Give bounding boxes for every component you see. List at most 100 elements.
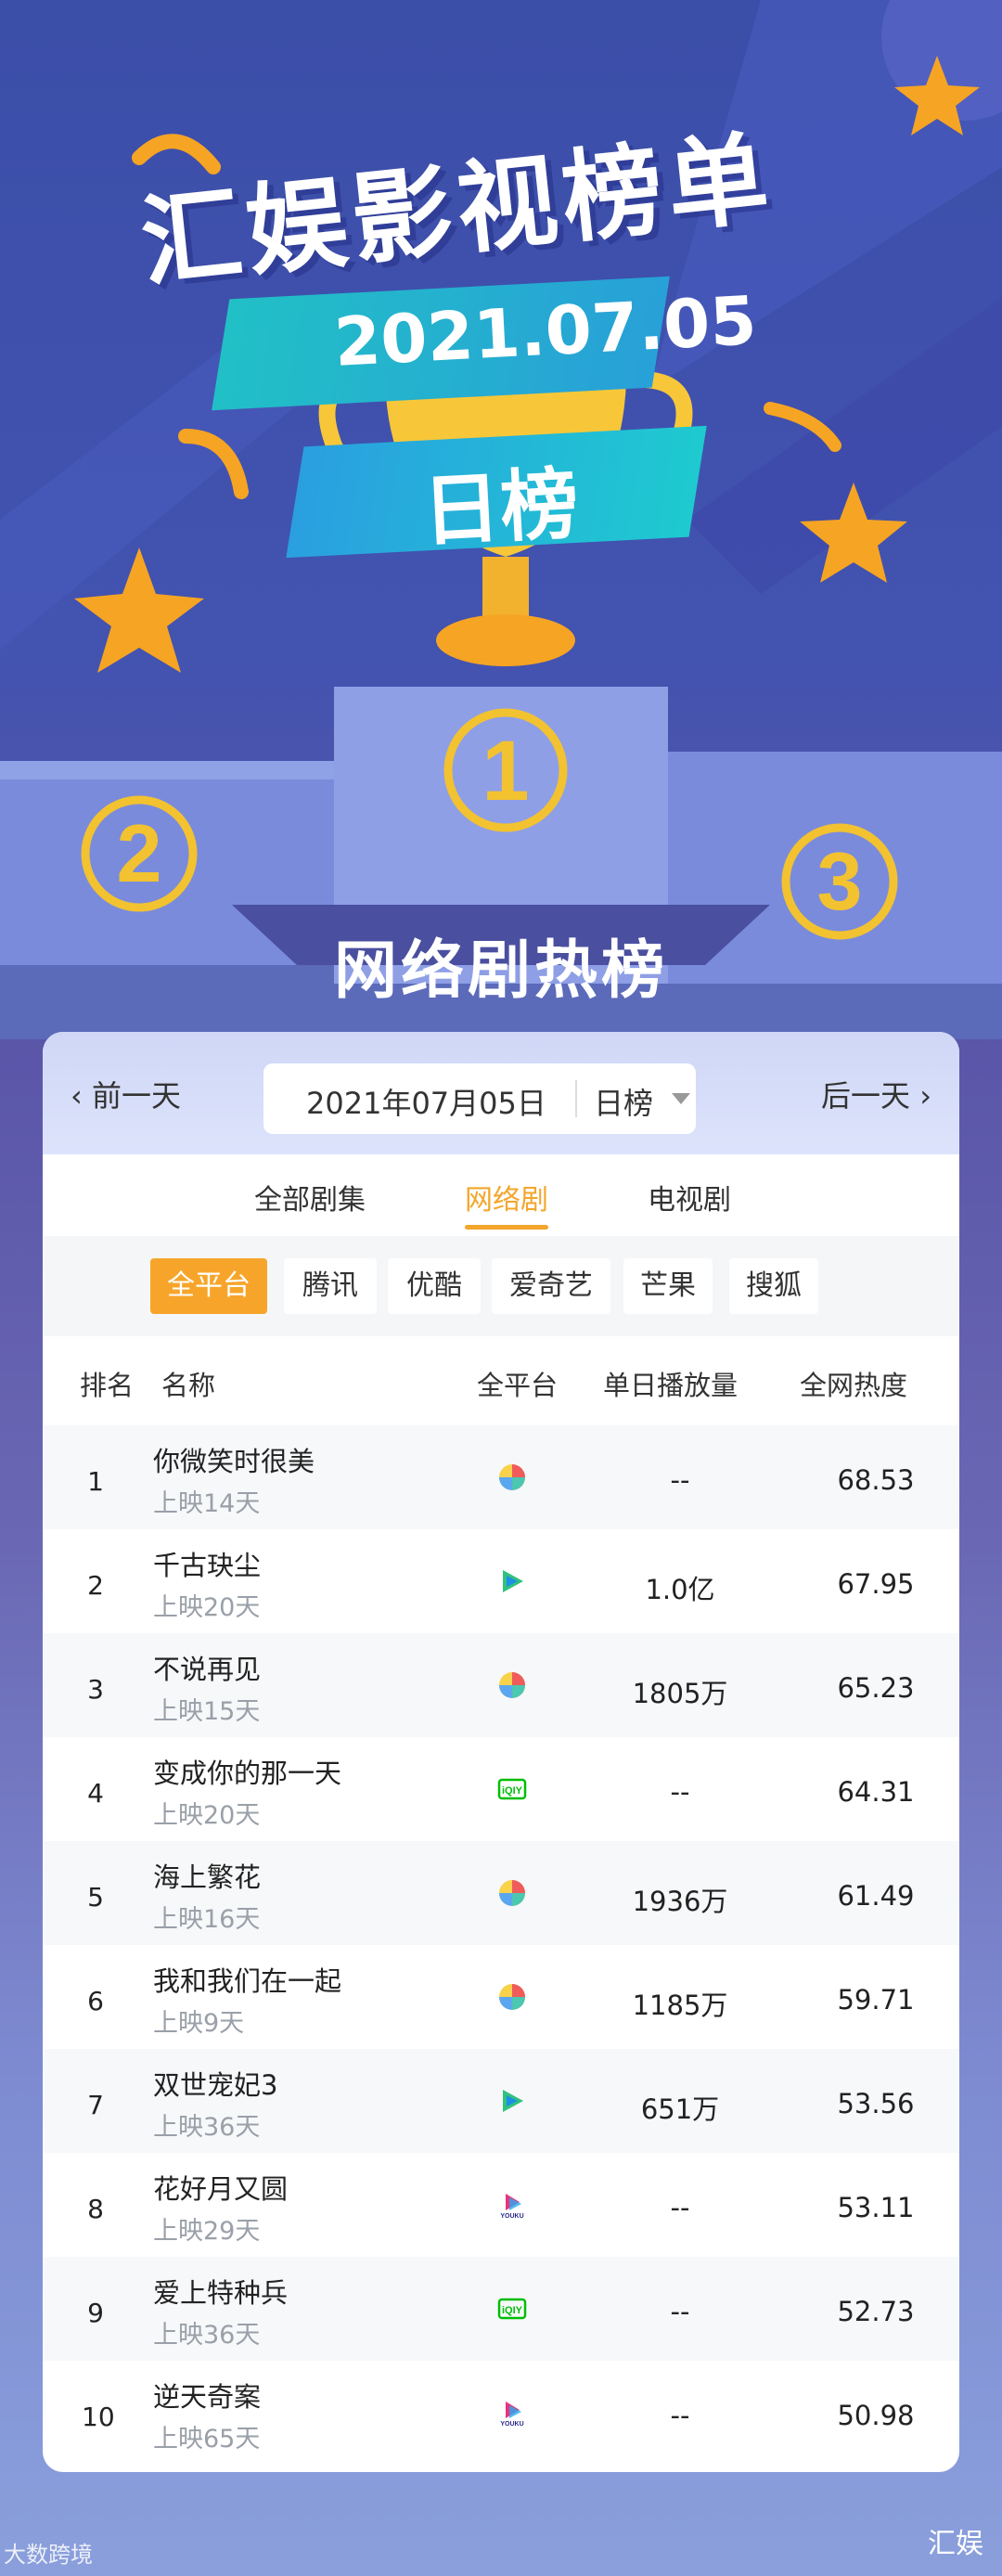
days-on-air: 上映14天 [153, 1489, 261, 1518]
header-rank: 排名 [80, 1370, 135, 1401]
heat-score: 64.31 [837, 1776, 915, 1808]
active-tab-indicator [465, 1225, 548, 1230]
series-name[interactable]: 你微笑时很美 [153, 1440, 315, 1479]
days-on-air: 上映20天 [153, 1593, 261, 1622]
days-on-air: 上映29天 [153, 2217, 261, 2246]
platform-chip-youku[interactable]: 优酷 [388, 1258, 481, 1314]
series-name[interactable]: 双世宠妃3 [153, 2064, 277, 2103]
days-on-air: 上映9天 [153, 2009, 245, 2038]
platform-chip-tencent[interactable]: 腾讯 [284, 1258, 377, 1314]
table-row[interactable]: 1 你微笑时很美上映14天 -- 68.53 [43, 1425, 959, 1529]
heat-score: 67.95 [837, 1568, 915, 1600]
header-heat: 全网热度 [800, 1370, 908, 1401]
daily-views: -- [670, 2192, 690, 2223]
days-on-air: 上映65天 [153, 2425, 261, 2454]
daily-views: -- [670, 1776, 690, 1808]
daily-views: -- [670, 1464, 690, 1496]
table-row[interactable]: 3 不说再见上映15天 1805万 65.23 [43, 1633, 959, 1737]
series-name[interactable]: 爱上特种兵 [153, 2272, 288, 2311]
series-name[interactable]: 海上繁花 [153, 1856, 261, 1895]
category-tabs: 全部剧集 网络剧 电视剧 [43, 1154, 959, 1236]
days-on-air: 上映36天 [153, 2113, 261, 2142]
table-row[interactable]: 5 海上繁花 上映16天 1936万 61.49 [43, 1841, 959, 1945]
table-row[interactable]: 9 爱上特种兵 上映36天 iQIY -- 52.73 [43, 2257, 959, 2361]
platform-chip-iqiyi[interactable]: 爱奇艺 [492, 1258, 610, 1314]
series-name[interactable]: 变成你的那一天 [153, 1752, 341, 1791]
daily-views: 1.0亿 [645, 1574, 715, 1605]
heat-score: 68.53 [837, 1464, 915, 1496]
daily-views: 651万 [640, 2093, 720, 2125]
multi-platform-icon [497, 1462, 527, 1492]
heat-score: 65.23 [837, 1672, 915, 1704]
tencent-video-icon [497, 1566, 527, 1596]
podium-third-label: 3 [817, 835, 863, 927]
date-selector[interactable]: 2021年07月05日 日榜 [263, 1063, 696, 1134]
table-row[interactable]: 10 逆天奇案 上映65天 YOUKU -- 50.98 [43, 2361, 959, 2465]
table-row[interactable]: 8 花好月又圆上映29天 YOUKU -- 53.11 [43, 2153, 959, 2257]
podium-second-label: 2 [117, 807, 162, 899]
days-on-air: 上映16天 [153, 1905, 261, 1934]
heat-score: 61.49 [837, 1880, 915, 1912]
svg-text:iQIY: iQIY [502, 1785, 523, 1797]
multi-platform-icon [497, 1982, 527, 2012]
tab-tv-series[interactable]: 电视剧 [648, 1177, 731, 1217]
daily-views: 1805万 [632, 1678, 728, 1709]
platform-filter: 全平台 腾讯 优酷 爱奇艺 芒果 搜狐 [43, 1236, 959, 1336]
youku-icon: YOUKU [497, 2190, 527, 2220]
heat-score: 52.73 [837, 2296, 915, 2327]
header-platform: 全平台 [477, 1370, 559, 1401]
hero-banner: 1 2 3 汇娱影视榜单 2021.07.05 日榜 网络剧热榜 [0, 0, 1002, 1049]
divider [575, 1080, 577, 1117]
series-name[interactable]: 花好月又圆 [153, 2168, 288, 2207]
rank-number: 3 [87, 1674, 104, 1705]
table-header: 排名 名称 全平台 单日播放量 全网热度 [43, 1336, 959, 1425]
svg-text:YOUKU: YOUKU [500, 2213, 523, 2220]
table-row[interactable]: 4 变成你的那一天 上映20天 iQIY -- 64.31 [43, 1737, 959, 1841]
period-select[interactable]: 日榜 [594, 1080, 653, 1123]
footer-watermark-left: 大数跨境 [4, 2542, 93, 2568]
series-name[interactable]: 逆天奇案 [153, 2376, 261, 2415]
heat-score: 53.11 [837, 2192, 915, 2223]
daily-views: 1936万 [632, 1886, 728, 1917]
series-name[interactable]: 我和我们在一起 [153, 1960, 341, 1999]
daily-views: 1185万 [632, 1990, 728, 2021]
ranking-card: ‹ 前一天 2021年07月05日 日榜 后一天 › 全部剧集 网络剧 电视剧 … [43, 1032, 959, 2472]
rank-number: 8 [87, 2194, 104, 2224]
banner-rank-type: 日榜 [419, 457, 581, 558]
podium-first-label: 1 [482, 724, 529, 818]
daily-views: -- [670, 2400, 690, 2431]
next-day-label: 后一天 [821, 1078, 911, 1114]
iqiyi-icon: iQIY [497, 2294, 527, 2324]
footer-watermark-right: 汇娱 [928, 2528, 983, 2560]
next-day-button[interactable]: 后一天 › [821, 1073, 931, 1115]
series-name[interactable]: 不说再见 [153, 1648, 261, 1687]
prev-day-label: 前一天 [91, 1078, 181, 1114]
days-on-air: 上映36天 [153, 2321, 261, 2350]
prev-day-button[interactable]: ‹ 前一天 [71, 1073, 181, 1115]
platform-chip-mango[interactable]: 芒果 [623, 1258, 713, 1314]
svg-text:iQIY: iQIY [502, 2305, 523, 2316]
platform-chip-sohu[interactable]: 搜狐 [729, 1258, 818, 1314]
platform-chip-all[interactable]: 全平台 [150, 1258, 267, 1314]
date-value: 2021年07月05日 [306, 1086, 546, 1121]
table-row[interactable]: 7 双世宠妃3 上映36天 651万 53.56 [43, 2049, 959, 2153]
caret-down-icon [672, 1093, 690, 1104]
table-row[interactable]: 2 千古玦尘上映20天 1.0亿 67.95 [43, 1529, 959, 1633]
heat-score: 53.56 [837, 2088, 915, 2119]
header-name: 名称 [161, 1370, 216, 1401]
page: 1 2 3 汇娱影视榜单 2021.07.05 日榜 网络剧热榜 ‹ 前一天 2… [0, 0, 1002, 2576]
heat-score: 50.98 [837, 2400, 915, 2431]
rank-number: 1 [87, 1466, 104, 1497]
tencent-video-icon [497, 2086, 527, 2116]
rank-number: 9 [87, 2298, 104, 2328]
days-on-air: 上映15天 [153, 1697, 261, 1726]
chevron-left-icon: ‹ [71, 1078, 92, 1114]
svg-text:YOUKU: YOUKU [500, 2421, 523, 2428]
rank-number: 2 [87, 1570, 104, 1601]
tab-all-series[interactable]: 全部剧集 [254, 1177, 366, 1217]
series-name[interactable]: 千古玦尘 [153, 1544, 261, 1583]
days-on-air: 上映20天 [153, 1801, 261, 1830]
tab-web-series[interactable]: 网络剧 [465, 1177, 548, 1217]
date-navigator: ‹ 前一天 2021年07月05日 日榜 后一天 › [43, 1032, 959, 1154]
table-row[interactable]: 6 我和我们在一起 上映9天 1185万 59.71 [43, 1945, 959, 2049]
